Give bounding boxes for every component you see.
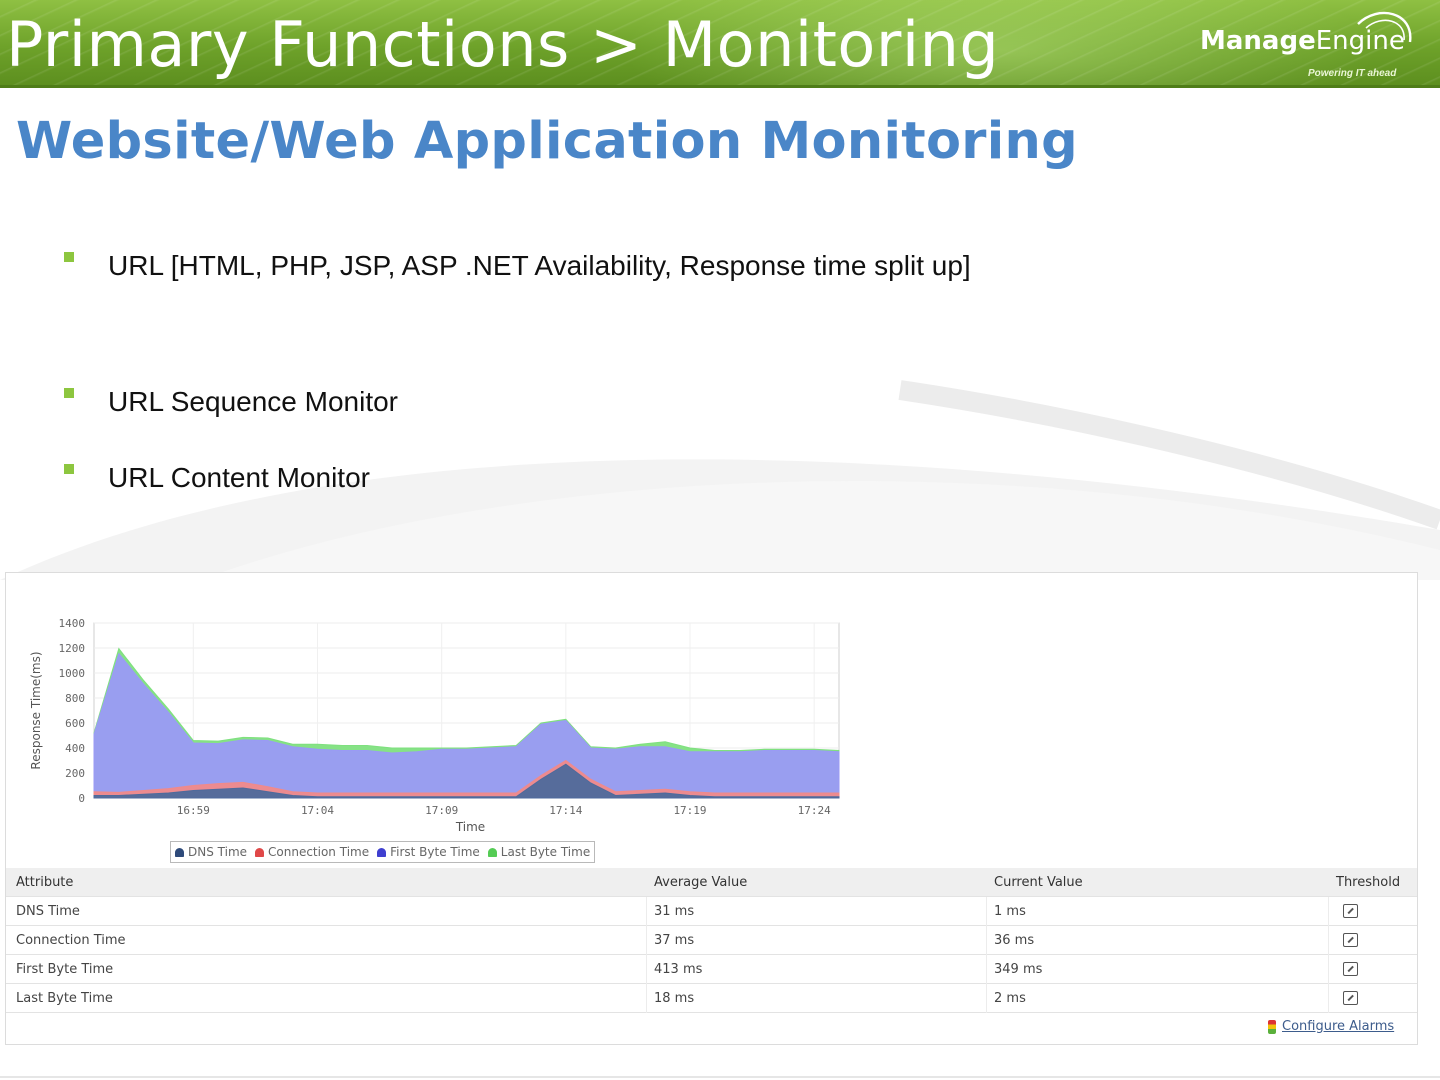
chart-legend: DNS Time Connection Time First Byte Time…: [170, 841, 596, 863]
legend-label: DNS Time: [188, 845, 248, 859]
column-header-current: Current Value: [994, 875, 1083, 890]
cell-attribute: Connection Time: [16, 933, 126, 948]
cell-current: 349 ms: [994, 962, 1043, 977]
y-tick-label: 1400: [59, 617, 86, 630]
legend-swatch: [175, 847, 184, 857]
bullet-marker: [64, 252, 74, 262]
cell-average: 18 ms: [654, 991, 695, 1006]
cell-current: 36 ms: [994, 933, 1035, 948]
x-tick-label: 17:09: [425, 804, 458, 817]
y-tick-label: 1200: [59, 642, 86, 655]
cell-attribute: Last Byte Time: [16, 991, 113, 1006]
cell-average: 37 ms: [654, 933, 695, 948]
table-row: Connection Time 37 ms 36 ms: [6, 926, 1417, 955]
legend-swatch: [255, 847, 265, 857]
column-header-attribute: Attribute: [16, 875, 74, 890]
brand-name-bold: Manage: [1200, 26, 1316, 56]
configure-alarms-label: Configure Alarms: [1282, 1019, 1395, 1034]
attribute-table: Attribute Average Value Current Value Th…: [6, 868, 1417, 1013]
column-header-average: Average Value: [654, 875, 748, 890]
x-tick-label: 17:24: [798, 804, 831, 817]
legend-label: Connection Time: [268, 845, 370, 859]
x-tick-label: 17:04: [301, 804, 334, 817]
traffic-light-icon: [1268, 1019, 1276, 1034]
cell-current: 2 ms: [994, 991, 1026, 1006]
y-tick-label: 1000: [59, 667, 86, 680]
column-header-threshold: Threshold: [1336, 875, 1401, 890]
y-axis-label: Response Time(ms): [29, 651, 43, 769]
cell-attribute: First Byte Time: [16, 962, 114, 977]
edit-threshold-icon[interactable]: [1343, 962, 1358, 976]
bullet-text: URL [HTML, PHP, JSP, ASP .NET Availabili…: [108, 250, 971, 281]
y-tick-label: 800: [65, 692, 85, 705]
table-row: Last Byte Time 18 ms 2 ms: [6, 984, 1417, 1013]
cell-current: 1 ms: [994, 904, 1026, 919]
y-tick-label: 200: [65, 767, 85, 780]
bullet-marker: [64, 388, 74, 398]
x-tick-label: 17:19: [673, 804, 706, 817]
table-row: First Byte Time 413 ms 349 ms: [6, 955, 1417, 984]
legend-item[interactable]: Last Byte Time: [487, 845, 591, 859]
edit-threshold-icon[interactable]: [1343, 933, 1358, 947]
monitor-panel: 0 200 400 600 800 1000 1200 1400 16:59 17:04 17:09…: [5, 572, 1418, 1045]
y-tick-label: 0: [78, 792, 85, 805]
bullet-marker: [64, 464, 74, 474]
bullet-text: URL Sequence Monitor: [108, 386, 399, 417]
edit-threshold-icon[interactable]: [1343, 904, 1358, 918]
edit-threshold-icon[interactable]: [1343, 991, 1358, 1005]
y-tick-label: 400: [65, 742, 85, 755]
cell-average: 413 ms: [654, 962, 703, 977]
x-tick-label: 17:14: [549, 804, 582, 817]
header-banner: Primary Functions > Monitoring ManageEng…: [0, 0, 1440, 88]
configure-alarms-link[interactable]: Configure Alarms: [1268, 1019, 1394, 1034]
bullet-text: URL Content Monitor: [108, 462, 370, 493]
legend-swatch: [377, 847, 387, 857]
brand-arc-icon: [1357, 11, 1412, 43]
brand-tagline: Powering IT ahead: [1308, 68, 1397, 79]
legend-label: Last Byte Time: [500, 845, 591, 859]
legend-swatch: [487, 847, 497, 857]
response-time-chart: 0 200 400 600 800 1000 1200 1400 16:59 17:04 17:09…: [29, 617, 840, 834]
legend-item[interactable]: Connection Time: [255, 845, 369, 859]
footer-divider: [0, 1076, 1440, 1078]
table-header-row: Attribute Average Value Current Value Th…: [6, 868, 1417, 897]
section-title: Website/Web Application Monitoring: [16, 112, 1078, 171]
cell-average: 31 ms: [654, 904, 695, 919]
x-axis-label: Time: [455, 820, 485, 834]
legend-item[interactable]: First Byte Time: [377, 845, 480, 859]
slide-title: Primary Functions > Monitoring: [6, 8, 1000, 81]
x-tick-label: 16:59: [177, 804, 210, 817]
legend-label: First Byte Time: [390, 845, 480, 859]
table-row: DNS Time 31 ms 1 ms: [6, 897, 1417, 926]
legend-item[interactable]: DNS Time: [175, 845, 247, 859]
y-tick-label: 600: [65, 717, 85, 730]
cell-attribute: DNS Time: [16, 904, 80, 919]
